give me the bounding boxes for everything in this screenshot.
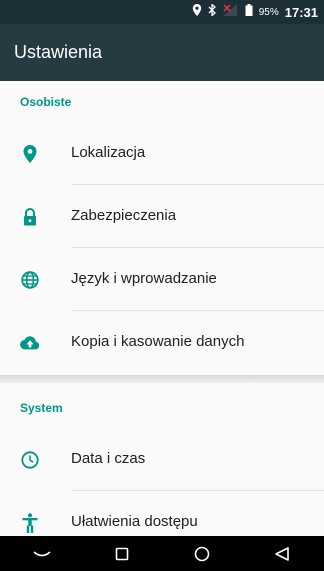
chevron-down-icon (33, 550, 51, 556)
settings-item-security[interactable]: Zabezpieczenia (0, 185, 324, 249)
accessibility-icon (20, 513, 40, 533)
settings-item-label: Lokalizacja (71, 144, 146, 161)
settings-item-accessibility[interactable]: Ułatwienia dostępu (0, 491, 324, 536)
settings-item-label: Kopia i kasowanie danych (71, 333, 245, 350)
location-pin-icon (20, 144, 40, 164)
back-button[interactable] (268, 540, 296, 568)
home-icon (194, 546, 210, 561)
lock-icon (20, 207, 40, 227)
section-separator (0, 375, 324, 383)
settings-item-label: Ułatwienia dostępu (71, 513, 198, 530)
cloud-upload-icon (20, 333, 40, 353)
settings-item-backup[interactable]: Kopia i kasowanie danych (0, 311, 324, 375)
hide-keyboard-button[interactable] (28, 540, 56, 568)
globe-icon (20, 270, 40, 290)
settings-item-language[interactable]: Język i wprowadzanie (0, 248, 324, 312)
back-icon (275, 546, 289, 561)
home-button[interactable] (188, 540, 216, 568)
settings-item-label: Data i czas (71, 450, 146, 467)
recents-button[interactable] (108, 540, 136, 568)
settings-item-date-time[interactable]: Data i czas (0, 428, 324, 492)
clock-icon (20, 450, 40, 470)
battery-icon (245, 3, 253, 21)
navigation-bar (0, 536, 324, 571)
recents-icon (115, 547, 129, 560)
settings-item-label: Zabezpieczenia (71, 207, 177, 224)
battery-percent: 95% (258, 6, 279, 18)
section-header-system: System (20, 401, 63, 415)
signal-icon (222, 3, 239, 21)
settings-list[interactable]: Osobiste Lokalizacja Zabezpieczenia Języ… (0, 81, 324, 536)
app-bar: Ustawienia (0, 24, 324, 81)
bluetooth-icon (208, 3, 217, 21)
location-status-icon (192, 3, 202, 21)
status-bar: 95% 17:31 (0, 0, 324, 24)
settings-item-label: Język i wprowadzanie (71, 270, 217, 287)
page-title: Ustawienia (14, 42, 103, 62)
section-header-personal: Osobiste (20, 95, 72, 109)
clock-time: 17:31 (284, 4, 318, 20)
settings-item-location[interactable]: Lokalizacja (0, 122, 324, 186)
